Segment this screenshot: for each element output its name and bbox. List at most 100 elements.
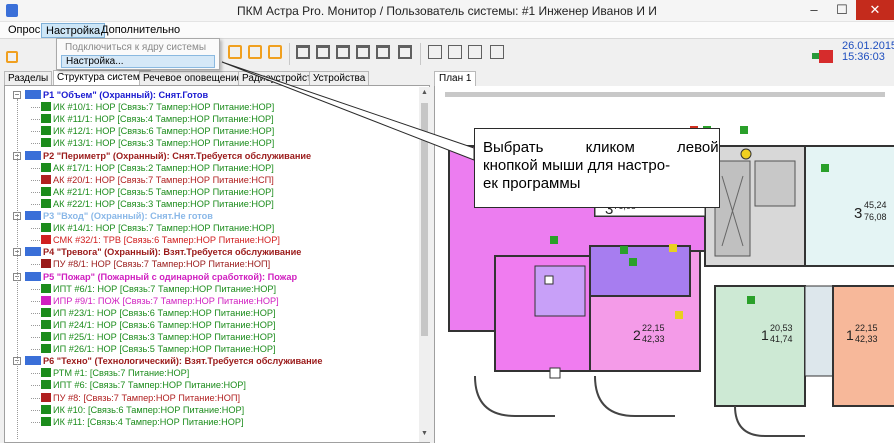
tree-item[interactable]: ИПР #9/1: ПОЖ [Связь:7 Тампер:НОР Питани… — [41, 295, 279, 307]
apartment-1-green[interactable] — [714, 285, 806, 407]
tree-group[interactable]: P6 "Техно" (Технологический): Взят.Требу… — [25, 355, 322, 367]
tree-group[interactable]: P5 "Пожар" (Пожарный с одинарной сработк… — [25, 271, 297, 283]
detector-smoke-icon[interactable] — [549, 367, 561, 379]
tree-item[interactable]: ИП #26/1: НОР [Связь:5 Тампер:НОР Питани… — [41, 343, 276, 355]
tree-item[interactable]: ИК #11/1: НОР [Связь:4 Тампер:НОР Питани… — [41, 113, 274, 125]
tree-connector — [31, 107, 40, 109]
room-1-salmon-total: 42,33 — [855, 334, 878, 344]
exit-icon[interactable] — [819, 50, 833, 63]
tab-plan-1[interactable]: План 1 — [434, 71, 477, 86]
toolbar-device-icon-1[interactable] — [428, 45, 442, 59]
tree-group[interactable]: P3 "Вход" (Охранный): Снят.Не готов — [25, 210, 213, 222]
tab-sections[interactable]: Разделы — [4, 71, 53, 86]
tree-item-label: ИК #11/1: НОР [Связь:4 Тампер:НОР Питани… — [53, 114, 274, 125]
toolbar-orange-icon-3[interactable] — [268, 45, 282, 59]
tree-item[interactable]: ИК #10/1: НОР [Связь:7 Тампер:НОР Питани… — [41, 101, 274, 113]
tree-item[interactable]: ИП #23/1: НОР [Связь:6 Тампер:НОР Питани… — [41, 307, 276, 319]
collapse-icon[interactable]: − — [13, 91, 21, 99]
tree-item[interactable]: РТМ #1: [Связь:7 Питание:НОР] — [41, 367, 189, 379]
toolbar-tool-icon[interactable] — [6, 51, 18, 63]
detector-ip-icon-1[interactable] — [550, 236, 558, 244]
detector-ipr-icon[interactable] — [669, 244, 677, 252]
toolbar-device-icon-3[interactable] — [468, 45, 482, 59]
detector-ip-icon-2[interactable] — [629, 258, 637, 266]
tree-item[interactable]: АК #17/1: НОР [Связь:2 Тампер:НОР Питани… — [41, 162, 274, 174]
device-icon — [41, 380, 51, 390]
callout-line-1: Выбрать кликом левой — [483, 139, 719, 156]
toolbar-zone-icon-2[interactable] — [316, 45, 330, 59]
detector-ik-icon-3[interactable] — [821, 164, 829, 172]
tree-connector — [31, 131, 40, 133]
room-purple-small[interactable] — [534, 265, 586, 317]
tree-group[interactable]: P1 "Объем" (Охранный): Снят.Готов — [25, 89, 208, 101]
device-icon — [41, 138, 51, 148]
room-purple[interactable] — [589, 245, 691, 297]
tree-item[interactable]: ИК #10: [Связь:6 Тампер:НОР Питание:НОР] — [41, 404, 244, 416]
tree-item[interactable]: ИПТ #6/1: НОР [Связь:7 Тампер:НОР Питани… — [41, 283, 276, 295]
tree-item[interactable]: АК #20/1: НОР [Связь:7 Тампер:НОР Питани… — [41, 174, 274, 186]
tree-item-label: ИК #11: [Связь:4 Тампер:НОР Питание:НОР] — [53, 416, 244, 427]
detector-ip-icon-4[interactable] — [675, 311, 683, 319]
toolbar-zone-icon-4[interactable] — [356, 45, 370, 59]
status-time: 15:36:03 — [842, 51, 885, 63]
tree-item-label: P3 "Вход" (Охранный): Снят.Не готов — [43, 211, 213, 221]
toolbar-device-icon-2[interactable] — [448, 45, 462, 59]
menu-settings[interactable]: Настройка — [41, 23, 106, 38]
toolbar-zone-icon-3[interactable] — [336, 45, 350, 59]
tab-voice-alert[interactable]: Речевое оповещение — [139, 71, 246, 86]
tree-item[interactable]: ИК #11: [Связь:4 Тампер:НОР Питание:НОР] — [41, 416, 244, 428]
close-button[interactable]: ✕ — [856, 0, 894, 20]
toolbar-zone-icon-6[interactable] — [398, 45, 412, 59]
tab-devices[interactable]: Устройства — [309, 71, 370, 86]
toolbar-zone-icon-1[interactable] — [296, 45, 310, 59]
detector-ip-icon-3[interactable] — [747, 296, 755, 304]
scrollbar-thumb[interactable] — [421, 103, 428, 336]
menu-item-settings[interactable]: Настройка... — [61, 55, 215, 68]
tree-item-label: P6 "Техно" (Технологический): Взят.Требу… — [43, 356, 323, 367]
room-1-green-area: 20,53 — [770, 323, 793, 333]
menu-opros[interactable]: Опрос — [4, 23, 44, 38]
tree-item[interactable]: АК #22/1: НОР [Связь:3 Тампер:НОР Питани… — [41, 198, 274, 210]
device-icon — [41, 404, 51, 414]
tree-item[interactable]: ПУ #8/1: НОР [Связь:7 Тампер:НОР Питание… — [41, 258, 270, 270]
tree-item[interactable]: АК #21/1: НОР [Связь:5 Тампер:НОР Питани… — [41, 186, 274, 198]
callout-line-3: ек программы — [483, 175, 581, 192]
detector-ik-icon-4[interactable] — [620, 246, 628, 254]
apartment-1-salmon[interactable] — [832, 285, 894, 407]
menu-additional[interactable]: Дополнительно — [97, 23, 184, 38]
tree-group[interactable]: P2 "Периметр" (Охранный): Снят.Требуется… — [25, 150, 311, 162]
tree-item-label: ПУ #8/1: НОР [Связь:7 Тампер:НОР Питание… — [53, 259, 271, 270]
tree-item-label: СМК #32/1: ТРВ [Связь:6 Тампер:НОР Питан… — [53, 235, 280, 246]
pu-icon[interactable] — [740, 148, 752, 160]
tree-item[interactable]: ИП #25/1: НОР [Связь:3 Тампер:НОР Питани… — [41, 331, 276, 343]
tree-item-label: ИК #10: [Связь:6 Тампер:НОР Питание:НОР] — [53, 404, 245, 415]
maximize-button[interactable]: ☐ — [828, 0, 856, 20]
scroll-up-icon[interactable]: ▲ — [420, 89, 429, 96]
toolbar-orange-icon-2[interactable] — [248, 45, 262, 59]
tree-item[interactable]: ИК #12/1: НОР [Связь:6 Тампер:НОР Питани… — [41, 125, 274, 137]
device-icon — [41, 126, 51, 136]
tree-item[interactable]: ПУ #8: [Связь:7 Тампер:НОР Питание:НОП] — [41, 392, 240, 404]
tree-group[interactable]: P4 "Тревога" (Охранный): Взят.Требуется … — [25, 246, 301, 258]
tree-connector — [31, 337, 40, 338]
tree-item[interactable]: ИПТ #6: [Связь:7 Тампер:НОР Питание:НОР] — [41, 379, 246, 391]
system-structure-panel: P1 "Объем" (Охранный): Снят.Готов − ИК #10… — [4, 85, 430, 443]
device-icon — [41, 114, 51, 124]
tree-item[interactable]: ИК #13/1: НОР [Связь:3 Тампер:НОР Питани… — [41, 137, 274, 149]
toolbar-orange-icon-1[interactable] — [228, 45, 242, 59]
detector-ik-icon-2[interactable] — [740, 126, 748, 134]
vertical-scrollbar[interactable]: ▲ ▼ — [419, 87, 430, 442]
tree-item[interactable]: СМК #32/1: ТРВ [Связь:6 Тампер:НОР Питан… — [41, 234, 280, 246]
scroll-down-icon[interactable]: ▼ — [420, 430, 429, 437]
tree-item[interactable]: ИП #24/1: НОР [Связь:6 Тампер:НОР Питани… — [41, 319, 276, 331]
menu-item-connect-core[interactable]: Подключиться к ядру системы — [61, 41, 215, 54]
tree-item-label: ИК #10/1: НОР [Связь:7 Тампер:НОР Питани… — [53, 102, 275, 113]
toolbar-zone-icon-5[interactable] — [376, 45, 390, 59]
tree-item[interactable]: ИК #14/1: НОР [Связь:7 Тампер:НОР Питани… — [41, 222, 274, 234]
tree-connector — [31, 409, 40, 411]
minimize-button[interactable]: – — [800, 0, 828, 20]
device-icon — [41, 344, 51, 354]
toolbar-device-icon-4[interactable] — [490, 45, 504, 59]
partition-icon — [25, 247, 41, 257]
tab-system-structure[interactable]: Структура системы — [53, 70, 151, 86]
